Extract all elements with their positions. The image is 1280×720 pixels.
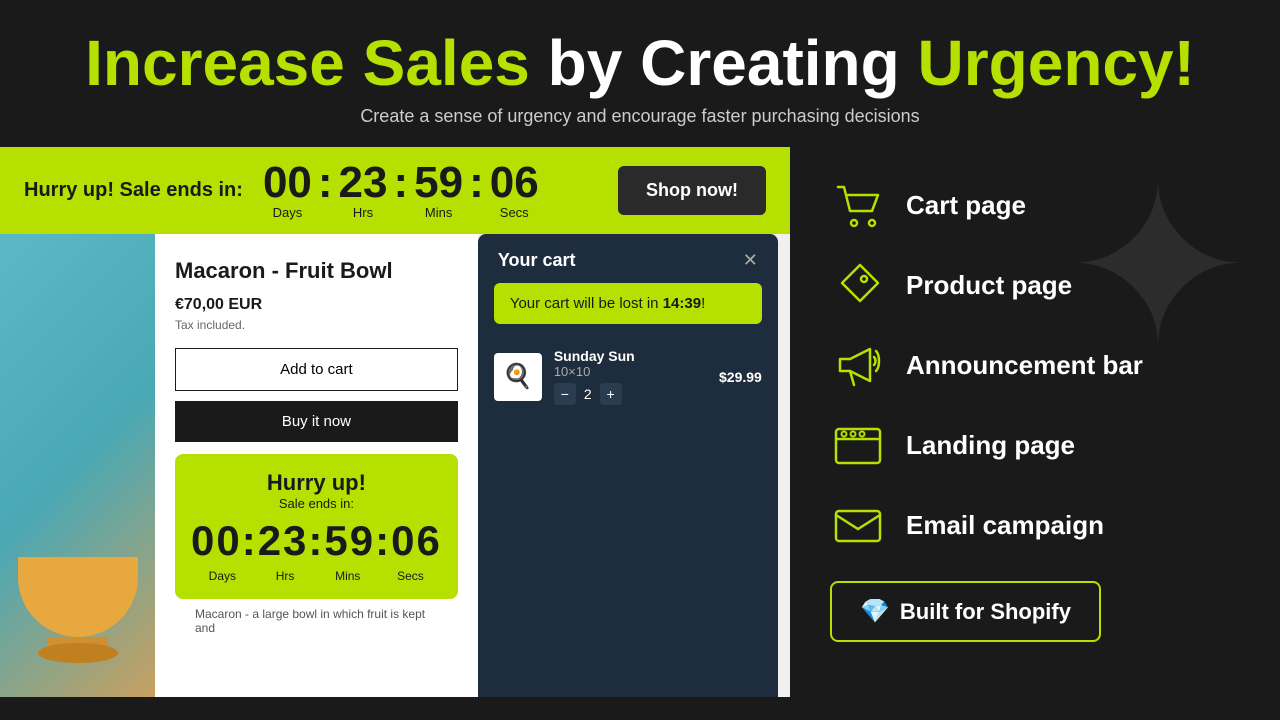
cart-item: 🍳 Sunday Sun 10×10 − 2 + $29.99 [478, 338, 778, 415]
secs-label: Secs [500, 205, 529, 220]
cart-item-qty: − 2 + [554, 383, 707, 405]
sep2: : [392, 161, 411, 205]
widget-time: 00:23:59:06 [191, 517, 442, 565]
bowl-stand [38, 643, 118, 663]
gem-icon: 💎 [860, 597, 890, 626]
qty-decrease-button[interactable]: − [554, 383, 576, 405]
cart-overlay: Your cart ✕ Your cart will be lost in 14… [478, 234, 778, 697]
widget-hurry: Hurry up! [191, 470, 442, 496]
secs-block: 06 Secs [490, 161, 539, 220]
days-num: 00 [263, 161, 312, 205]
cart-item-size: 10×10 [554, 364, 707, 379]
add-to-cart-button[interactable]: Add to cart [175, 348, 458, 391]
main-content: Hurry up! Sale ends in: 00 Days : 23 Hrs… [0, 147, 1280, 697]
countdown-bar: 00 Days : 23 Hrs : 59 Mins : 06 Secs [263, 161, 539, 220]
widget-hrs-label: Hrs [254, 569, 317, 583]
qty-number: 2 [584, 386, 592, 402]
mins-block: 59 Mins [414, 161, 463, 220]
feature-announcement-bar: Announcement bar [830, 337, 1240, 393]
widget-secs-label: Secs [379, 569, 442, 583]
product-description: Macaron - a large bowl in which fruit is… [175, 599, 458, 635]
title-highlight1: Increase Sales [85, 27, 530, 99]
feature-announcement-label: Announcement bar [906, 350, 1143, 381]
built-for-shopify-button[interactable]: 💎 Built for Shopify [830, 581, 1101, 642]
cart-alert-end: ! [701, 295, 705, 312]
right-panel: ✦ Cart page Product page [790, 147, 1280, 697]
cart-item-image: 🍳 [494, 353, 542, 401]
sale-bar-label: Hurry up! Sale ends in: [24, 179, 243, 202]
product-price: €70,00 EUR [175, 296, 458, 314]
cart-title: Your cart [498, 250, 576, 271]
sep3: : [467, 161, 486, 205]
header: Increase Sales by Creating Urgency! Crea… [0, 0, 1280, 147]
bowl-shape [18, 557, 138, 637]
mins-num: 59 [414, 161, 463, 205]
email-icon [830, 497, 886, 553]
secs-num: 06 [490, 161, 539, 205]
left-panel: Hurry up! Sale ends in: 00 Days : 23 Hrs… [0, 147, 790, 697]
product-title: Macaron - Fruit Bowl [175, 258, 458, 284]
widget-sale-ends: Sale ends in: [191, 496, 442, 511]
feature-cart-page: Cart page [830, 177, 1240, 233]
feature-email-campaign: Email campaign [830, 497, 1240, 553]
feature-cart-label: Cart page [906, 190, 1026, 221]
megaphone-icon [830, 337, 886, 393]
cart-item-price: $29.99 [719, 369, 762, 385]
sep1: : [316, 161, 335, 205]
header-subtitle: Create a sense of urgency and encourage … [20, 106, 1260, 127]
product-section: Macaron - Fruit Bowl €70,00 EUR Tax incl… [0, 234, 790, 697]
cart-alert: Your cart will be lost in 14:39! [494, 283, 762, 324]
widget-mins-label: Mins [316, 569, 379, 583]
title-highlight2: Urgency! [918, 27, 1195, 99]
feature-product-label: Product page [906, 270, 1072, 301]
hrs-block: 23 Hrs [339, 161, 388, 220]
feature-landing-page: Landing page [830, 417, 1240, 473]
days-label: Days [273, 205, 303, 220]
cart-item-details: Sunday Sun 10×10 − 2 + [554, 348, 707, 405]
shop-now-button[interactable]: Shop now! [618, 166, 766, 215]
cart-icon [830, 177, 886, 233]
sale-bar: Hurry up! Sale ends in: 00 Days : 23 Hrs… [0, 147, 790, 234]
widget-labels: Days Hrs Mins Secs [191, 569, 442, 583]
product-info: Macaron - Fruit Bowl €70,00 EUR Tax incl… [155, 234, 478, 697]
cart-item-name: Sunday Sun [554, 348, 707, 364]
shopify-btn-label: Built for Shopify [900, 599, 1071, 625]
mins-label: Mins [425, 205, 452, 220]
qty-increase-button[interactable]: + [600, 383, 622, 405]
feature-product-page: Product page [830, 257, 1240, 313]
product-tax: Tax included. [175, 318, 458, 332]
cart-alert-text: Your cart will be lost in [510, 295, 663, 312]
product-image-area [0, 234, 155, 697]
cart-close-button[interactable]: ✕ [743, 250, 758, 271]
title-white: by Creating [530, 27, 918, 99]
cart-alert-time: 14:39 [663, 295, 701, 312]
main-title: Increase Sales by Creating Urgency! [20, 28, 1260, 98]
widget-days-label: Days [191, 569, 254, 583]
feature-email-label: Email campaign [906, 510, 1104, 541]
days-block: 00 Days [263, 161, 312, 220]
buy-now-button[interactable]: Buy it now [175, 401, 458, 442]
hrs-num: 23 [339, 161, 388, 205]
hrs-label: Hrs [353, 205, 373, 220]
tag-icon [830, 257, 886, 313]
countdown-widget: Hurry up! Sale ends in: 00:23:59:06 Days… [175, 454, 458, 599]
browser-icon [830, 417, 886, 473]
cart-header: Your cart ✕ [478, 234, 778, 283]
feature-landing-label: Landing page [906, 430, 1075, 461]
